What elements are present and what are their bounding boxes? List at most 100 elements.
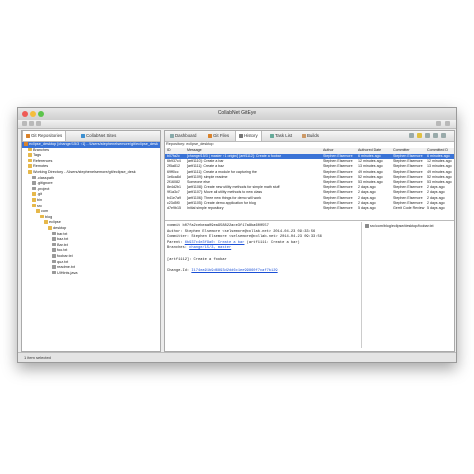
change-id-link[interactable]: I174ea91b9d6893d2dd6c1ee99860f7caf7b129 (191, 269, 277, 273)
history-row[interactable]: d7e9b15 Initial simple repository Stephen … (165, 206, 454, 211)
folder-icon (28, 170, 32, 174)
tree-item-label: References (33, 158, 53, 163)
tree-item-label: bin (37, 198, 43, 202)
tree-item-label: Branches (33, 147, 50, 152)
column-header-author[interactable]: Author (323, 148, 334, 153)
tree-item-label: .project (37, 186, 50, 191)
file-icon (52, 231, 56, 236)
column-header-committer[interactable]: Committer (393, 148, 410, 153)
history-cell-committer: Gerrit Code Review (393, 206, 425, 210)
column-header-id[interactable]: ID (167, 148, 171, 153)
history-cell-cdate: 5 days ago (427, 206, 445, 210)
tree-item-label: foobar.txt (57, 254, 73, 258)
tab-label: Git Files (213, 133, 230, 138)
history-cell-author: Stephen Elsemore (323, 206, 353, 210)
folder-icon (40, 214, 44, 219)
link-icon[interactable] (425, 133, 430, 138)
tab-label: Git Repositories (31, 133, 63, 138)
tab-task-list[interactable]: Task List (267, 131, 295, 141)
branches-label: Branches: (167, 246, 190, 251)
history-cell-message: Initial simple repository (187, 206, 224, 210)
history-icon (239, 134, 243, 138)
minimize-view-icon[interactable] (441, 133, 446, 138)
commit-committer-line: Committer: Stephen Elsemore <selsemore@c… (167, 235, 322, 240)
tab-label: CollabNet Sites (86, 133, 117, 138)
commit-author-line: Author: Stephen Elsemore <selsemore@coll… (167, 229, 316, 234)
folder-icon (28, 158, 32, 163)
file-icon (32, 186, 36, 191)
window-title: CollabNet GitEye (217, 110, 257, 116)
tab-git-repositories[interactable]: Git Repositories (22, 131, 67, 141)
tree-item-label: foo.txt (57, 248, 68, 253)
changed-file-item[interactable]: src/com/blog/eclipse/desktop/foobar.txt (365, 224, 434, 228)
history-view: Dashboard Git Files History Task List Bu… (164, 130, 455, 352)
folder-icon (32, 198, 36, 202)
tree-item-label: Bar.txt (57, 242, 68, 247)
sash[interactable] (165, 220, 454, 221)
tab-collabnet-sites[interactable]: CollabNet Sites (78, 131, 119, 141)
column-header-authored-date[interactable]: Authored Date (358, 148, 381, 153)
change-id-label: Change-Id: (167, 268, 192, 273)
tree-item-label: Remotes (33, 164, 49, 169)
git-icon (26, 134, 30, 138)
tree-item-label: .git (37, 192, 43, 197)
commit-id-line: commit b07fa2cebeaa09ea958822ace3f17a8ba… (167, 224, 269, 228)
tree-item-label: readme.txt (57, 265, 75, 270)
tree-item-label: quz.txt (57, 259, 69, 264)
column-header-message[interactable]: Message (187, 148, 202, 153)
tree-item-label: Tags (33, 153, 42, 158)
status-text: 1 item selected (24, 355, 51, 360)
file-icon (52, 248, 56, 252)
parent-label: Parent: (167, 240, 185, 245)
branches-link[interactable]: change/15/3, master (189, 246, 231, 250)
commit-message: [artf1112]: Create a foobar (167, 257, 227, 262)
file-icon (52, 265, 56, 269)
column-header-committed-date[interactable]: Committed D (427, 148, 448, 153)
file-icon (32, 175, 36, 180)
folder-icon (28, 153, 32, 157)
tab-label: History (244, 133, 258, 138)
changed-files-list: src/com/blog/eclipse/desktop/foobar.txt (361, 222, 454, 348)
folder-icon (36, 209, 40, 213)
file-icon (52, 259, 56, 264)
folder-icon (28, 164, 32, 168)
tree-item[interactable]: UIHints.java (22, 270, 160, 277)
commit-details: commit b07fa2cebeaa09ea958822ace3f17a8ba… (167, 224, 347, 344)
history-cell-id: d7e9b15 (167, 206, 181, 210)
tree-item-label: eclipse_desktop [change/15/3 ↑1] - /User… (29, 142, 158, 146)
tab-label: Dashboard (175, 133, 197, 138)
compare-icon[interactable] (409, 133, 414, 138)
filter-icon[interactable] (417, 133, 422, 138)
tab-history[interactable]: History (235, 131, 262, 141)
tab-git-files[interactable]: Git Files (205, 131, 232, 141)
toolbar-icon[interactable] (445, 121, 450, 126)
tab-builds[interactable]: Builds (299, 131, 322, 141)
tree-item-label: Working Directory - /Users/stephenelsemo… (33, 170, 136, 174)
file-icon (52, 270, 56, 275)
tree-item-label: baz.txt (57, 237, 69, 242)
tree-item-label: eclipse (49, 220, 61, 225)
dashboard-icon (170, 134, 174, 138)
view-menu-icon[interactable] (433, 133, 438, 138)
file-icon (365, 224, 369, 228)
tree-item-label: src (37, 203, 43, 208)
tree-item-label: UIHints.java (57, 270, 78, 275)
parent-link[interactable]: 6b937c4e3f9a0: Create a bar (185, 241, 245, 245)
folder-icon (32, 203, 36, 208)
folder-icon (32, 192, 36, 196)
folder-icon (28, 147, 32, 152)
toolbar-icon[interactable] (29, 121, 34, 126)
tab-dashboard[interactable]: Dashboard (167, 131, 199, 141)
changed-file-path: src/com/blog/eclipse/desktop/foobar.txt (370, 224, 434, 228)
folder-icon (44, 220, 48, 224)
toolbar-icon[interactable] (436, 121, 441, 126)
task-list-icon (270, 134, 274, 138)
file-icon (52, 254, 56, 258)
collabnet-icon (81, 134, 85, 138)
main-toolbar (18, 120, 456, 129)
tree-item-label: blog (45, 214, 53, 219)
git-repositories-view: Git Repositories CollabNet Sites eclipse… (21, 130, 161, 352)
tree-item-label: com (41, 209, 49, 214)
toolbar-icon[interactable] (36, 121, 41, 126)
toolbar-icon[interactable] (22, 121, 27, 126)
